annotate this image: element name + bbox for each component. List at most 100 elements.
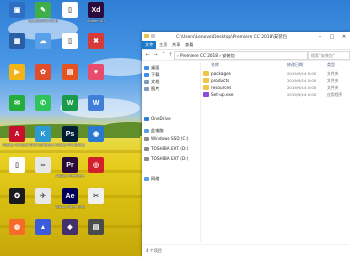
desktop-shortcut[interactable]: Xd Adobe XD [81,2,111,28]
nav-item[interactable]: 下载 [144,72,198,78]
file-row[interactable]: Set-up.exe 2019/9/14 0:00 应用程序 [201,91,350,98]
desktop-shortcut[interactable]: ✿ [28,64,58,90]
nav-item-label: TOSHIBA EXT (D:) [151,156,189,161]
chevron-down-icon[interactable]: ˅ [160,51,167,59]
nav-item-icon [144,117,149,121]
app-icon: ✖ [88,33,104,49]
maximize-icon[interactable]: □ [326,32,338,41]
desktop-shortcut[interactable]: ✖ [81,33,111,59]
nav-item[interactable]: 桌面 [144,65,198,71]
app-icon: ▯ [62,2,78,18]
nav-item-label: 文档 [151,79,160,84]
app-icon: ▤ [88,219,104,235]
app-icon: Ae [62,188,78,204]
nav-item-icon [144,129,149,133]
file-row[interactable]: products 2019/9/14 0:00 文件夹 [201,77,350,84]
app-icon: ▤ [62,64,78,80]
app-icon: ◉ [88,126,104,142]
app-icon: K [35,126,51,142]
exe-icon [203,92,209,97]
file-date: 2019/9/14 0:00 [287,92,317,97]
window-title: C:\Users\Lenovo\Desktop\Premiere CC 2018… [176,35,288,40]
nav-item[interactable]: TOSHIBA EXT (D:) [144,156,198,162]
nav-item-icon [144,73,149,77]
nav-item-label: TOSHIBA EXT (D:) [151,146,189,151]
desktop-shortcut[interactable]: W [81,95,111,121]
desktop-shortcut[interactable]: ✂ [81,188,111,214]
app-icon: ▯ [9,157,25,173]
app-icon: ▶ [9,64,25,80]
desktop-shortcut[interactable]: ◎ [81,157,111,183]
nav-item-label: Windows SSD (C:) [151,136,189,141]
app-icon: A [9,126,25,142]
tab-view[interactable]: 查看 [182,41,196,49]
tab-file[interactable]: 文件 [142,41,157,49]
column-header-date[interactable]: 修改日期 [287,62,303,68]
folder-icon [203,85,209,90]
app-icon: Pr [62,157,78,173]
desktop-shortcut[interactable]: ◉ [81,126,111,152]
nav-item-label: 网络 [151,176,160,181]
app-icon: ◎ [88,157,104,173]
search-input[interactable]: 搜索"安装包" [308,51,350,60]
nav-item[interactable]: OneDrive [144,116,198,122]
app-icon: ✎ [35,2,51,18]
nav-item[interactable]: Windows SSD (C:) [144,136,198,142]
desktop-shortcut[interactable]: ▲ [28,219,58,245]
desktop-shortcut[interactable]: ✆ [28,95,58,121]
back-arrow-icon[interactable]: ← [144,51,151,59]
app-icon: ▲ [35,219,51,235]
app-icon: ◍ [9,219,25,235]
column-header-type[interactable]: 类型 [327,62,335,68]
desktop-shortcut[interactable]: ✈ [28,188,58,214]
nav-item[interactable]: 文档 [144,79,198,85]
file-name: products [211,78,230,83]
desktop-shortcut[interactable]: ☁ [28,33,58,59]
minimize-icon[interactable]: – [314,32,326,41]
nav-item[interactable]: 网络 [144,176,198,182]
app-icon: ▦ [9,33,25,49]
app-icon: ✂ [88,188,104,204]
up-arrow-icon[interactable]: ↑ [167,51,174,59]
folder-icon [144,34,149,38]
file-name: packages [211,71,231,76]
forward-arrow-icon[interactable]: → [152,51,159,59]
nav-item-label: 下载 [151,72,160,77]
nav-item-icon [144,87,149,91]
file-list: 名称 修改日期 类型 packages 2019/9/14 0:00 文件夹 prod… [200,62,350,242]
desktop-shortcut-label: Kill Software [31,143,55,147]
app-icon: Xd [88,2,104,18]
desktop-shortcut[interactable]: ∞ [28,157,58,183]
app-icon: ✪ [9,188,25,204]
app-icon: ♥ [88,64,104,80]
desktop-shortcut[interactable]: K Kill Software [28,126,58,152]
nav-item[interactable]: 此电脑 [144,128,198,134]
nav-item[interactable]: TOSHIBA EXT (D:) [144,146,198,152]
app-icon: ☁ [35,33,51,49]
close-icon[interactable]: ✕ [338,32,350,41]
desktop-shortcut-label: Adobe XD [87,19,105,23]
nav-item-icon [144,157,149,161]
file-date: 2019/9/14 0:00 [287,78,317,83]
app-icon: ✈ [35,188,51,204]
column-header-name[interactable]: 名称 [211,62,219,68]
title-bar[interactable]: C:\Users\Lenovo\Desktop\Premiere CC 2018… [142,32,350,41]
file-explorer-window: C:\Users\Lenovo\Desktop\Premiere CC 2018… [142,32,350,257]
quick-access-icon[interactable] [151,34,155,38]
folder-icon [203,78,209,83]
nav-item-icon [144,177,149,181]
app-icon: ✆ [35,95,51,111]
desktop-shortcut[interactable]: ▤ [81,219,111,245]
nav-item[interactable]: 图片 [144,86,198,92]
folder-icon [203,71,209,76]
file-row[interactable]: packages 2019/9/14 0:00 文件夹 [201,70,350,77]
app-icon: W [62,95,78,111]
file-date: 2019/9/14 0:00 [287,71,317,76]
nav-item-icon [144,147,149,151]
file-row[interactable]: resources 2019/9/14 0:00 文件夹 [201,84,350,91]
app-icon: ✿ [35,64,51,80]
nav-item-icon [144,137,149,141]
desktop-shortcut[interactable]: ✎CorelDRAW X8 (64-Bit) [28,2,58,28]
desktop-shortcut[interactable]: ♥ [81,64,111,90]
address-bar[interactable]: › Premiere CC 2018 › 安装包 [174,51,308,60]
